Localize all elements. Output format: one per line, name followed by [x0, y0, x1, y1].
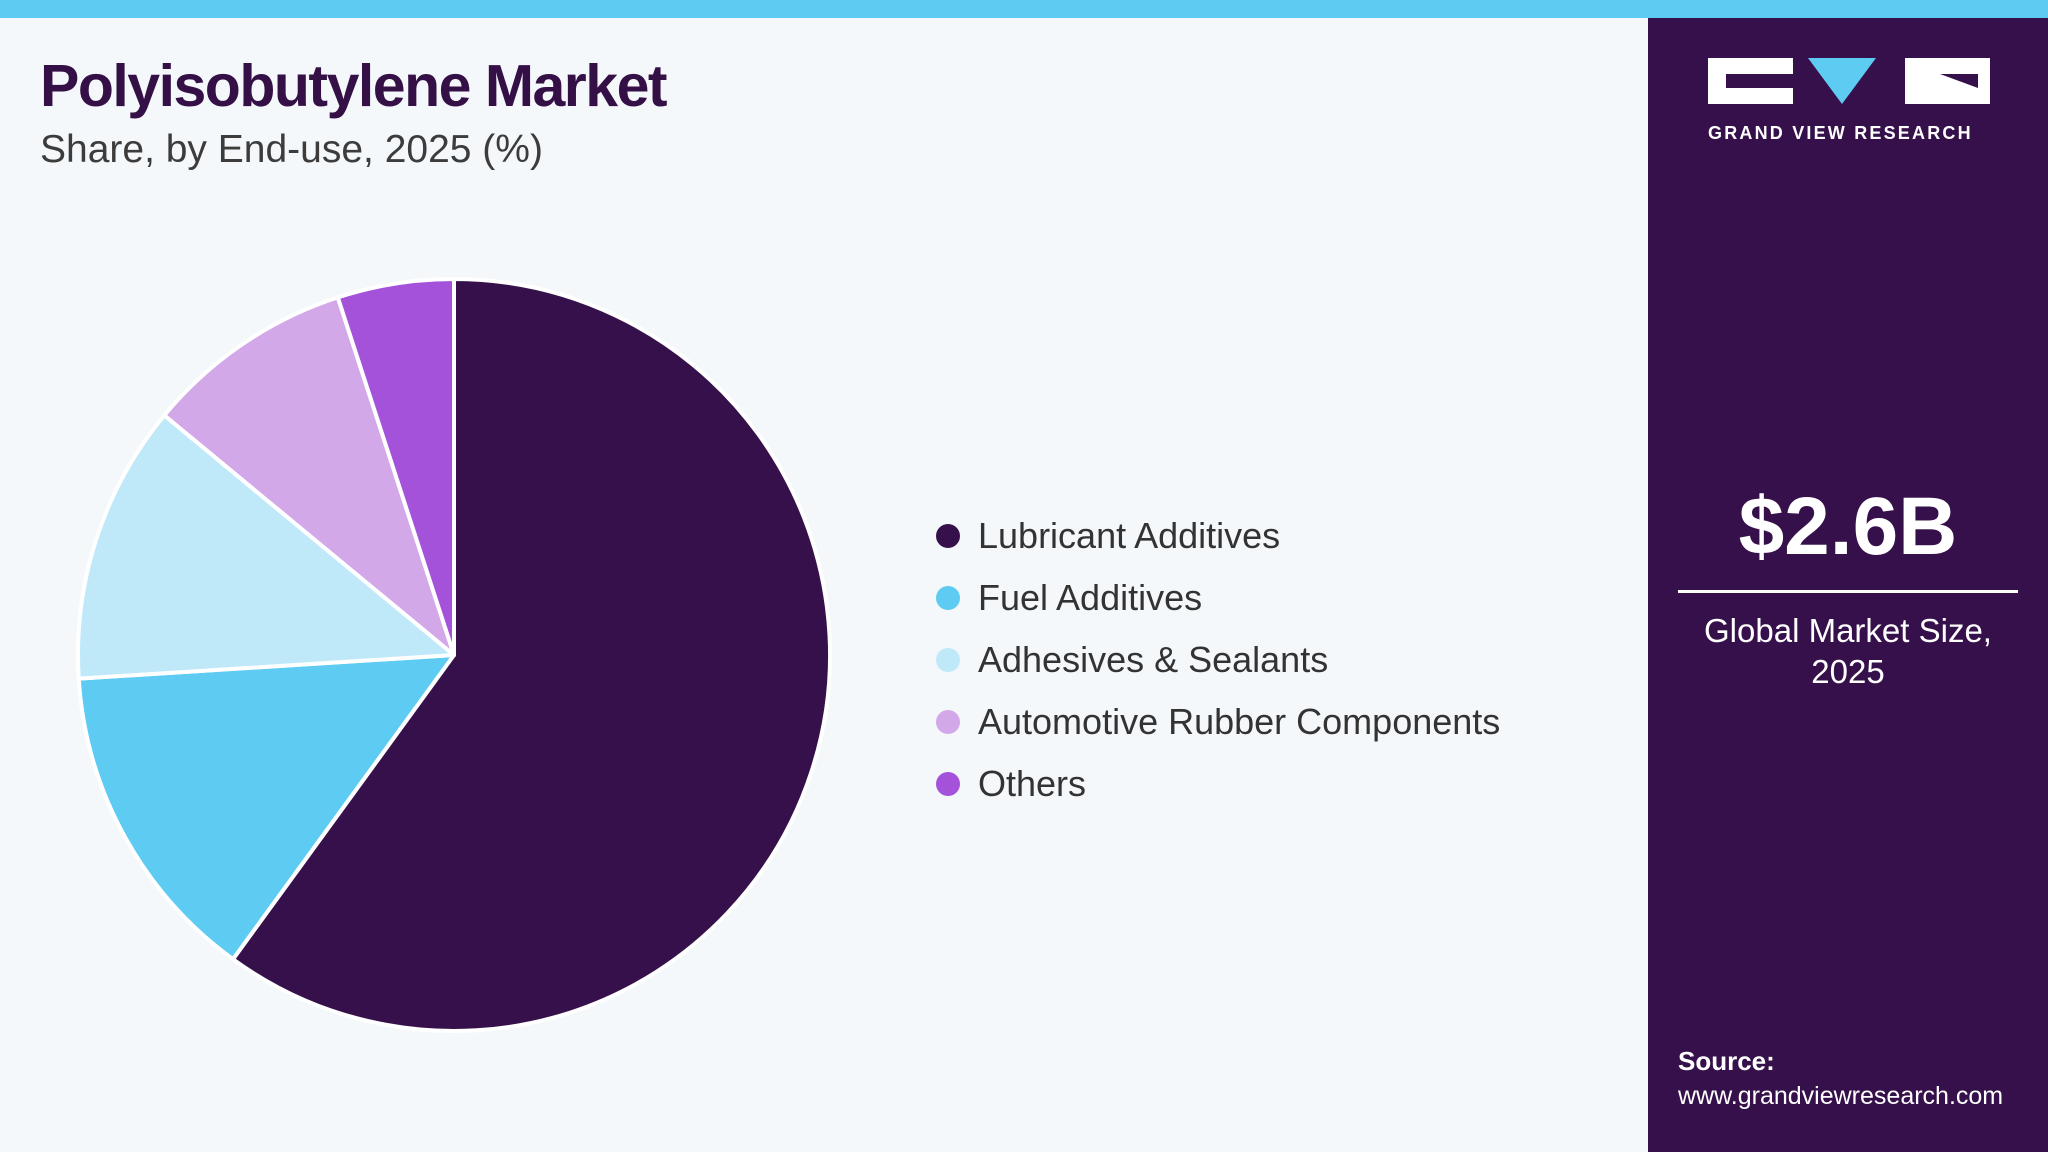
source-label: Source:	[1678, 1046, 1775, 1076]
legend-marker	[936, 648, 960, 672]
legend-marker	[936, 524, 960, 548]
side-panel: GRAND VIEW RESEARCH $2.6B Global Market …	[1648, 18, 2048, 1152]
legend-item: Fuel Additives	[936, 567, 1500, 629]
legend-label: Others	[978, 763, 1087, 804]
divider	[1678, 590, 2018, 593]
brand-logo-text: GRAND VIEW RESEARCH	[1708, 123, 1973, 143]
market-size-caption: Global Market Size, 2025	[1704, 612, 1992, 690]
legend-label: Adhesives & Sealants	[978, 639, 1329, 680]
legend-label: Automotive Rubber Components	[978, 701, 1501, 742]
legend-marker	[936, 586, 960, 610]
brand-logo-icon	[1708, 58, 1990, 104]
legend-item: Automotive Rubber Components	[936, 691, 1500, 753]
legend-label: Fuel Additives	[978, 577, 1203, 618]
legend-marker	[936, 772, 960, 796]
market-size-value: $2.6B	[1738, 481, 1958, 572]
brand-logo: GRAND VIEW RESEARCH	[1708, 58, 1993, 144]
legend-item: Lubricant Additives	[936, 505, 1500, 567]
legend-item: Others	[936, 753, 1500, 815]
legend-marker	[936, 710, 960, 734]
chart-legend: Lubricant Additives Fuel Additives Adhesiv…	[936, 505, 1500, 815]
source-link[interactable]: www.grandviewresearch.com	[1678, 1082, 2003, 1111]
legend-label: Lubricant Additives	[978, 515, 1281, 556]
legend-item: Adhesives & Sealants	[936, 629, 1500, 691]
